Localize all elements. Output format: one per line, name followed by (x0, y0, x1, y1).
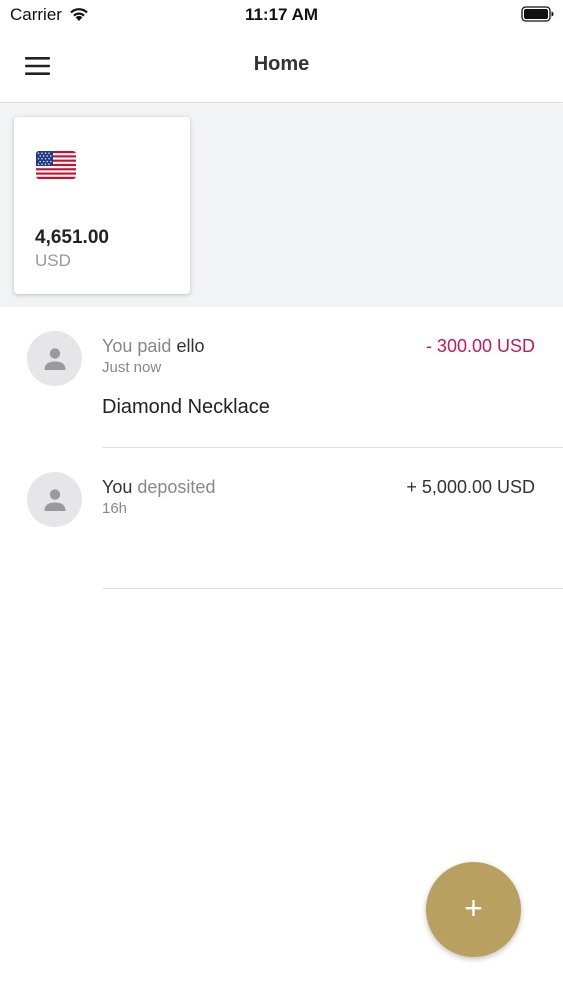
transaction-prefix: You (102, 477, 133, 497)
avatar (27, 331, 82, 386)
transaction-prefix: You paid (102, 336, 172, 356)
transaction-description: You deposited (102, 477, 215, 498)
transaction-amount: + 5,000.00 USD (406, 477, 535, 497)
transaction-time: 16h (102, 500, 128, 517)
wallet-area: 4,651.00 USD (0, 104, 563, 307)
transaction-row[interactable]: You deposited 16h + 5,000.00 USD (0, 448, 563, 589)
row-divider (102, 588, 563, 589)
transaction-time: Just now (102, 359, 162, 376)
transaction-row[interactable]: You paid ello Just now - 300.00 USD Diam… (0, 307, 563, 448)
wallet-currency: USD (35, 251, 71, 270)
nav-bar: Home (0, 30, 563, 103)
add-transaction-button[interactable]: + (426, 862, 521, 957)
menu-button[interactable] (18, 48, 58, 84)
transaction-note: Diamond Necklace (102, 396, 270, 418)
us-flag-icon (36, 151, 76, 179)
transaction-list: You paid ello Just now - 300.00 USD Diam… (0, 307, 563, 589)
plus-icon: + (464, 890, 483, 926)
clock: 11:17 AM (244, 5, 319, 24)
status-bar: Carrier 11:17 AM (0, 0, 563, 30)
transaction-description: You paid ello (102, 336, 204, 357)
wallet-card-usd[interactable]: 4,651.00 USD (14, 117, 190, 294)
transaction-party: deposited (137, 477, 216, 497)
wallet-balance: 4,651.00 (35, 227, 109, 248)
transaction-amount: - 300.00 USD (425, 336, 535, 356)
page-title: Home (253, 53, 310, 75)
battery-icon (521, 6, 554, 22)
avatar (27, 472, 82, 527)
person-icon (44, 488, 65, 511)
transaction-party: ello (176, 336, 205, 356)
hamburger-menu-icon (25, 57, 50, 75)
person-icon (44, 347, 65, 370)
